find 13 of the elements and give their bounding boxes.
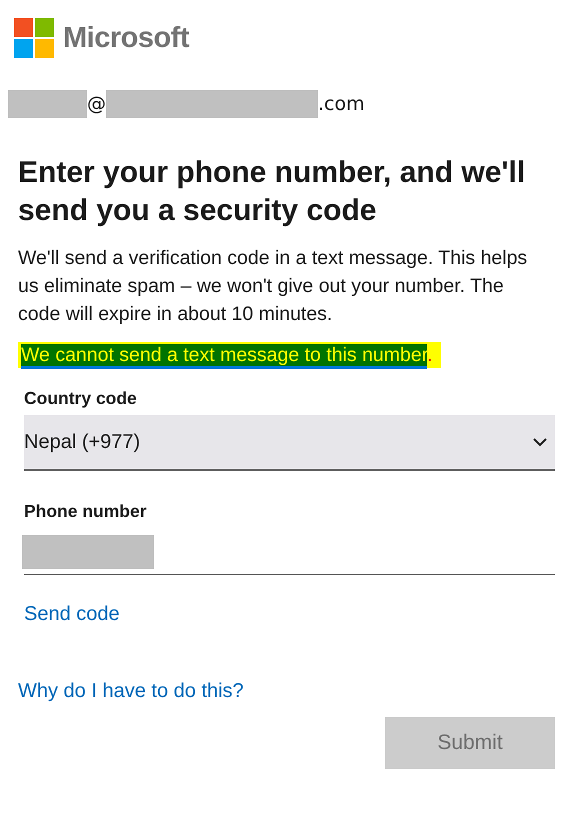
logo-icon [14,18,54,58]
description-text: We'll send a verification code in a text message. This helps us eliminate spam – we won't give out your number. The code will expire in about 10 minutes. [18,246,528,327]
field-label: Country code [24,388,138,409]
help-link[interactable]: Why do I have to do this? [18,680,244,703]
field-label: Phone number [24,501,148,522]
country-select[interactable]: Nepal (+977) [24,415,555,471]
account-domain: .com [318,93,365,115]
brand-name: Microsoft [63,22,189,54]
send-code-link[interactable]: Send code [24,603,120,626]
chevron-down-icon [533,438,547,446]
error-message: We cannot send a text message to this number. [18,342,441,368]
account-at: @ [87,93,106,115]
page-heading: Enter your phone number, and we'll send you a security code [18,155,526,229]
